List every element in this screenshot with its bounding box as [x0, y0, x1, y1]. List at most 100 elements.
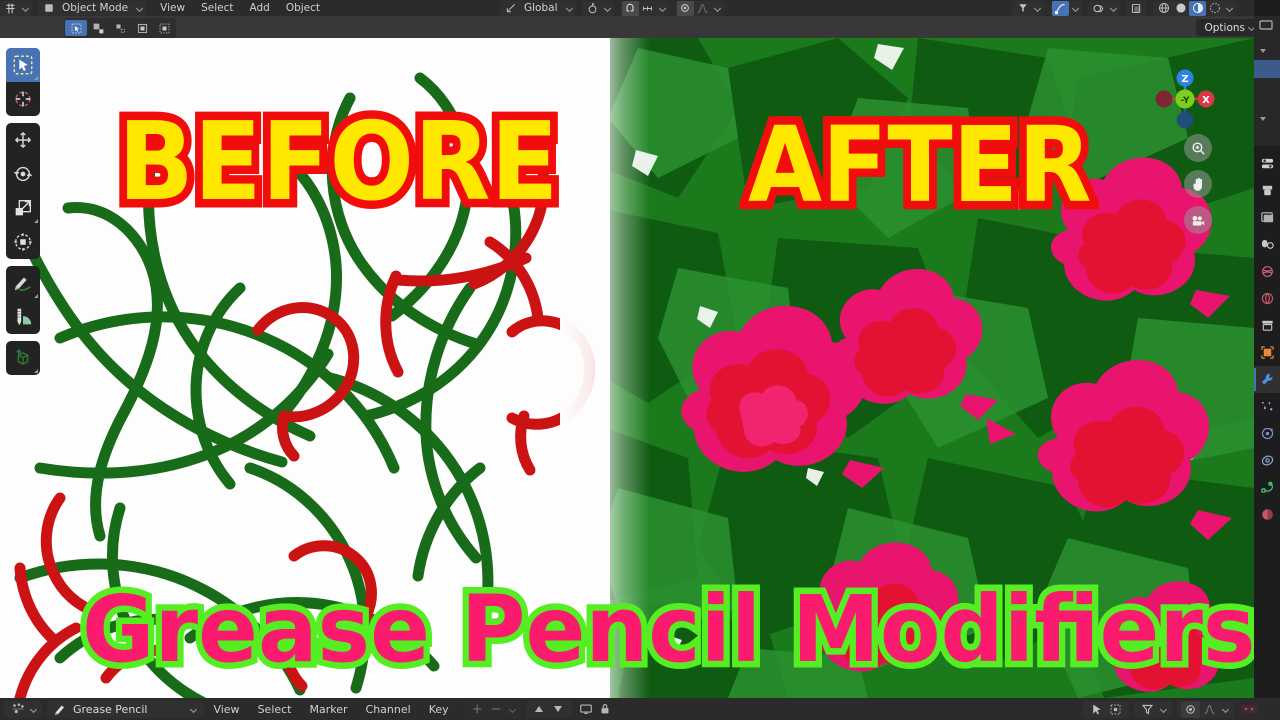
object-mode-group[interactable]: Object Mode: [38, 0, 147, 16]
visibility-group[interactable]: [1012, 0, 1044, 16]
scale-tool[interactable]: [6, 191, 40, 225]
dope-menu-channel[interactable]: Channel: [357, 703, 420, 716]
collection-tab[interactable]: [1254, 312, 1280, 339]
dope-menu-view[interactable]: View: [204, 703, 248, 716]
lock-icon[interactable]: [596, 701, 615, 718]
keyframe-add-remove-group[interactable]: + −: [463, 700, 521, 718]
channel-move-group[interactable]: [525, 700, 572, 718]
shading-wireframe-icon[interactable]: [1155, 1, 1172, 16]
add-keyframe-button[interactable]: +: [468, 701, 487, 718]
viewport-toolbar[interactable]: [6, 48, 40, 382]
proportional-edit-icon[interactable]: [676, 0, 694, 16]
filter-icon[interactable]: [1014, 1, 1031, 16]
select-mode-circle[interactable]: [109, 20, 131, 36]
move-down-button[interactable]: [549, 701, 568, 718]
magnet-icon[interactable]: [621, 0, 639, 16]
physics-tab[interactable]: [1254, 420, 1280, 447]
zoom-icon[interactable]: [1184, 134, 1212, 162]
proportional-edit-group[interactable]: [674, 0, 724, 16]
pan-hand-icon[interactable]: [1184, 170, 1212, 198]
snap-target-icon[interactable]: [639, 1, 656, 16]
outliner-panel[interactable]: [1254, 16, 1280, 146]
outliner-row[interactable]: [1254, 108, 1280, 126]
falloff-curve-icon[interactable]: [694, 1, 711, 16]
world-tab[interactable]: [1254, 285, 1280, 312]
gizmo-group[interactable]: [1050, 0, 1082, 16]
overlays-group[interactable]: [1088, 0, 1120, 16]
tool-tab[interactable]: [1254, 150, 1280, 177]
editor-type-group[interactable]: [0, 0, 32, 16]
menu-add[interactable]: Add: [241, 2, 277, 14]
shading-group[interactable]: [1153, 0, 1236, 16]
measure-tool[interactable]: [6, 300, 40, 334]
3d-viewport[interactable]: Z X -Y BEFORE AFTER Grease Pencil Modifi…: [0, 38, 1254, 698]
overlays-icon[interactable]: [1090, 1, 1107, 16]
remove-keyframe-button[interactable]: −: [487, 701, 506, 718]
modifier-tab[interactable]: [1254, 366, 1280, 393]
properties-tab-column[interactable]: [1254, 150, 1280, 528]
select-mode-group[interactable]: [64, 18, 176, 38]
render-tab[interactable]: [1254, 177, 1280, 204]
pivot-point-group[interactable]: [581, 0, 614, 16]
shading-solid-icon[interactable]: [1172, 1, 1189, 16]
transform-orientation-label[interactable]: Global: [519, 1, 563, 16]
editor-type-icon[interactable]: [2, 1, 19, 16]
pivot-point-icon[interactable]: [584, 1, 601, 16]
gizmo-axis-negy: -Y: [1181, 96, 1190, 106]
navigation-gizmo[interactable]: Z X -Y: [1142, 56, 1228, 142]
annotate-tool[interactable]: [6, 266, 40, 300]
xray-group[interactable]: [1126, 0, 1147, 16]
select-box-icon[interactable]: [1106, 701, 1125, 718]
scene-tab[interactable]: [1254, 258, 1280, 285]
transform-tool[interactable]: [6, 225, 40, 259]
dope-filter-group[interactable]: [1134, 700, 1172, 718]
xray-icon[interactable]: [1128, 1, 1145, 16]
tool-group-transform: [6, 123, 40, 259]
move-tool[interactable]: [6, 123, 40, 157]
object-tab[interactable]: [1254, 339, 1280, 366]
menu-object[interactable]: Object: [278, 2, 328, 14]
gizmo-icon[interactable]: [1052, 0, 1069, 16]
snapping-group[interactable]: [619, 0, 669, 16]
constraints-tab[interactable]: [1254, 447, 1280, 474]
move-up-button[interactable]: [530, 701, 549, 718]
select-mode-extra[interactable]: [153, 20, 175, 36]
output-tab[interactable]: [1254, 204, 1280, 231]
add-cube-tool[interactable]: [6, 341, 40, 375]
particles-tab[interactable]: [1254, 393, 1280, 420]
falloff-curve-icon[interactable]: [1200, 701, 1219, 718]
menu-select[interactable]: Select: [193, 2, 241, 14]
shading-material-preview-icon[interactable]: [1189, 0, 1206, 16]
dope-menu-key[interactable]: Key: [420, 703, 458, 716]
dope-proportional-group[interactable]: [1177, 700, 1234, 718]
dope-sheet-icon[interactable]: [8, 701, 27, 718]
cursor-arrow-icon[interactable]: [1087, 701, 1106, 718]
transform-orientation-group[interactable]: Global: [500, 0, 576, 16]
viewport-nav-buttons[interactable]: [1184, 134, 1212, 234]
outliner-row[interactable]: [1254, 40, 1280, 58]
dope-menu-select[interactable]: Select: [249, 703, 301, 716]
cursor-tool[interactable]: [6, 82, 40, 116]
dope-select-tools-group[interactable]: [1083, 700, 1129, 718]
select-mode-tweak[interactable]: [65, 20, 87, 36]
select-mode-lasso[interactable]: [131, 20, 153, 36]
proportional-edit-icon[interactable]: [1181, 700, 1200, 718]
material-tab[interactable]: [1254, 501, 1280, 528]
dope-sheet-editor-type[interactable]: [4, 700, 42, 718]
dope-sheet-mode-select[interactable]: Grease Pencil: [47, 700, 205, 718]
mode-label[interactable]: Object Mode: [57, 1, 133, 16]
outliner-row-selected[interactable]: [1254, 60, 1280, 78]
blender-window: Object Mode View Select Add Object Globa…: [0, 0, 1280, 720]
data-tab[interactable]: [1254, 474, 1280, 501]
dope-menu-marker[interactable]: Marker: [301, 703, 357, 716]
camera-icon[interactable]: [1184, 206, 1212, 234]
view-layer-tab[interactable]: [1254, 231, 1280, 258]
select-box-tool[interactable]: [6, 48, 40, 82]
shading-rendered-icon[interactable]: [1206, 1, 1223, 16]
outliner-row[interactable]: [1254, 16, 1280, 34]
select-mode-box[interactable]: [87, 20, 109, 36]
only-show-selected-icon[interactable]: [577, 701, 596, 718]
menu-view[interactable]: View: [152, 2, 193, 14]
rotate-tool[interactable]: [6, 157, 40, 191]
filter-funnel-icon[interactable]: [1138, 701, 1157, 718]
